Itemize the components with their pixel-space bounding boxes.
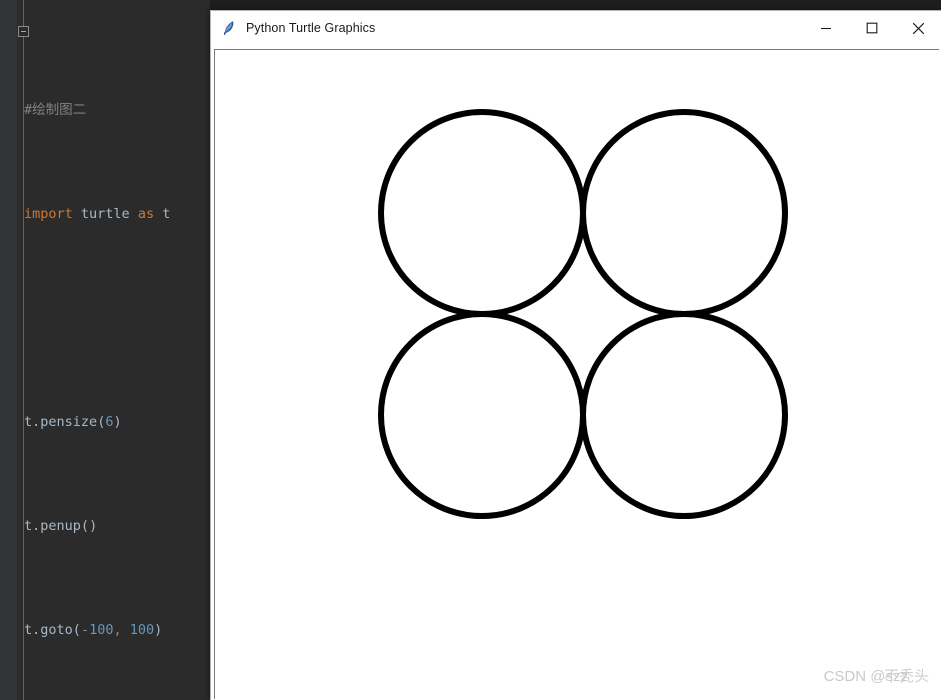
arg-x: -100 [80, 622, 114, 638]
editor-line-number-gutter [0, 0, 17, 700]
minimize-icon [821, 27, 831, 30]
maximize-icon [866, 22, 878, 34]
fn-goto: goto [40, 622, 73, 638]
circle-top-left [378, 109, 586, 317]
window-titlebar[interactable]: Python Turtle Graphics [211, 11, 941, 45]
turtle-circles-group [378, 109, 788, 519]
rparen: ) [154, 622, 163, 638]
code-line-2[interactable]: import turtle as t [23, 201, 210, 227]
obj-t: t [24, 518, 33, 534]
python-turtle-graphics-window[interactable]: Python Turtle Graphics CSDN @szz不秃头 [210, 10, 941, 700]
comma: , [113, 622, 122, 638]
module-turtle: turtle [80, 206, 130, 222]
minimize-button[interactable] [803, 11, 849, 45]
keyword-import: import [24, 206, 73, 222]
lparen: ( [72, 622, 81, 638]
circle-bottom-left [378, 311, 586, 519]
code-line-3-blank[interactable] [23, 305, 210, 331]
code-line-6[interactable]: t.goto(-100, 100) [23, 617, 210, 643]
rparen: ) [113, 414, 122, 430]
turtle-canvas-frame[interactable] [214, 49, 939, 699]
close-button[interactable] [895, 11, 941, 45]
code-line-5[interactable]: t.penup() [23, 513, 210, 539]
window-title: Python Turtle Graphics [246, 21, 376, 35]
code-line-4[interactable]: t.pensize(6) [23, 409, 210, 435]
python-feather-icon [224, 21, 234, 35]
lparen: ( [80, 518, 90, 534]
comment-token: #绘制图二 [24, 102, 87, 118]
circle-top-right [580, 109, 788, 317]
code-line-1[interactable]: #绘制图二 [23, 97, 210, 123]
obj-t: t [24, 414, 33, 430]
arg-y: 100 [129, 622, 155, 638]
code-text-area[interactable]: #绘制图二 import turtle as t t.pensize(6) t.… [23, 19, 210, 700]
screen: #绘制图二 import turtle as t t.pensize(6) t.… [0, 0, 941, 700]
window-controls[interactable] [803, 11, 941, 45]
code-editor-pane[interactable]: #绘制图二 import turtle as t t.pensize(6) t.… [0, 0, 210, 700]
turtle-drawing-canvas[interactable] [215, 50, 938, 698]
keyword-as: as [137, 206, 155, 222]
fn-pensize: pensize [40, 414, 98, 430]
rparen: ) [89, 518, 98, 534]
alias-t: t [162, 206, 171, 222]
obj-t: t [24, 622, 33, 638]
circle-bottom-right [580, 311, 788, 519]
close-icon [912, 22, 924, 34]
fn-penup: penup [40, 518, 81, 534]
maximize-button[interactable] [849, 11, 895, 45]
